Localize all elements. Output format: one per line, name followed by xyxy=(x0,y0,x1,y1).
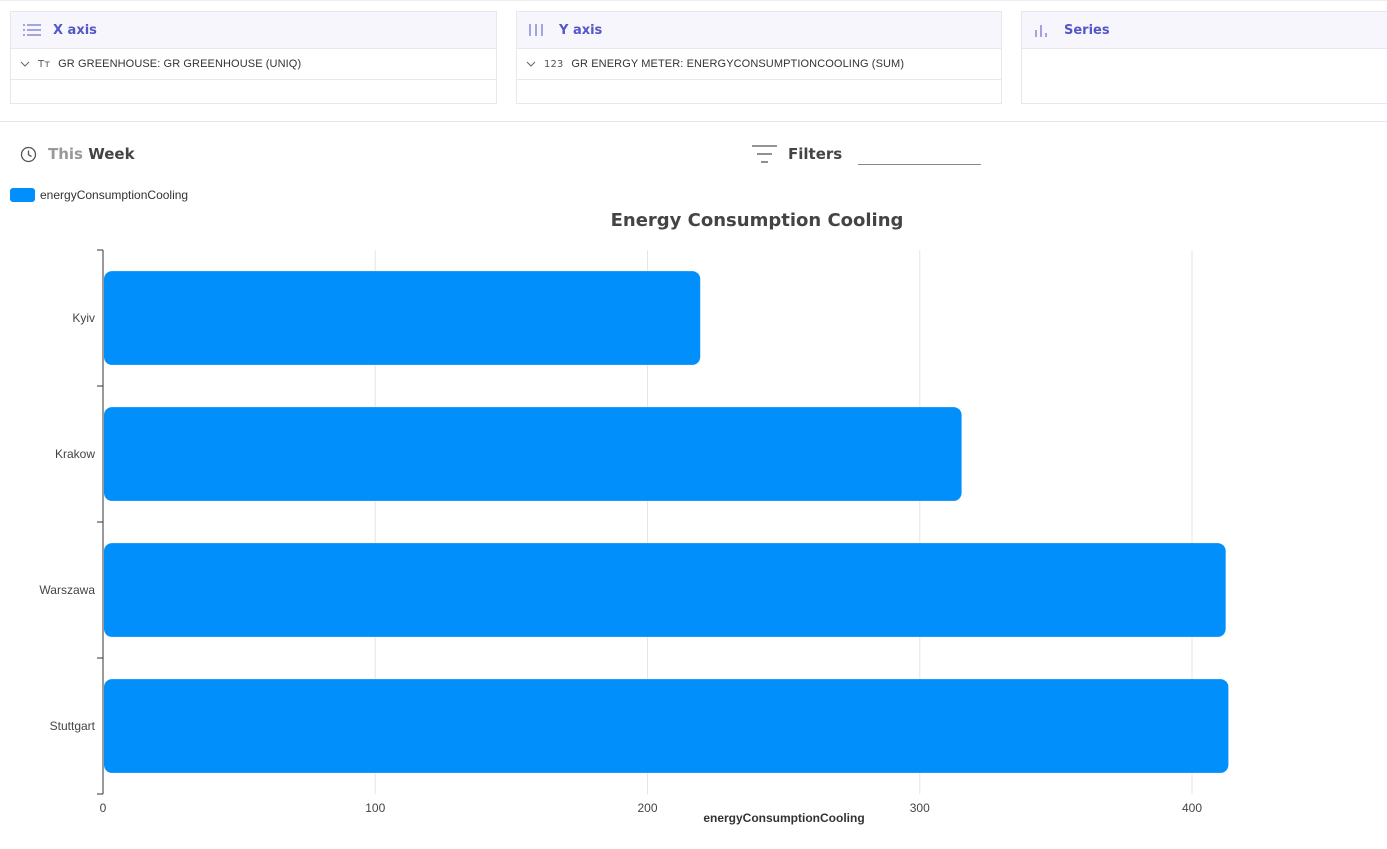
chevron-down-icon[interactable] xyxy=(19,58,31,70)
series-panel-header: Series xyxy=(1022,12,1387,49)
bar-stuttgart[interactable] xyxy=(104,679,1229,773)
period-value: Week xyxy=(88,145,135,163)
y-axis-field-label: GR ENERGY METER: ENERGYCONSUMPTIONCOOLIN… xyxy=(571,58,905,70)
x-tick-label: 300 xyxy=(910,801,930,815)
section-divider xyxy=(0,121,1387,122)
period-selector[interactable]: This Week xyxy=(20,145,135,163)
bar-chart-icon xyxy=(1035,25,1047,37)
chart-title: Energy Consumption Cooling xyxy=(611,210,904,231)
y-tick-label: Kyiv xyxy=(72,311,95,325)
top-border xyxy=(0,0,1387,3)
series-title: Series xyxy=(1064,22,1110,38)
series-panel: Series xyxy=(1021,11,1387,104)
bar-kyiv[interactable] xyxy=(104,271,701,365)
filters-label: Filters xyxy=(788,145,843,163)
number-type-icon: 123 xyxy=(544,58,564,70)
filters: Filters xyxy=(752,143,982,165)
x-tick-label: 100 xyxy=(365,801,385,815)
columns-icon xyxy=(529,24,543,36)
x-tick-label: 400 xyxy=(1182,801,1202,815)
y-axis-title: Y axis xyxy=(559,22,603,38)
chart-bars xyxy=(104,271,1229,773)
y-tick-label: Krakow xyxy=(55,447,95,461)
filter-icon[interactable] xyxy=(752,143,777,165)
period-prefix: This xyxy=(48,145,83,163)
y-axis-panel-header: Y axis xyxy=(517,12,1001,49)
text-type-icon: Tт xyxy=(38,58,51,70)
bar-krakow[interactable] xyxy=(104,407,962,501)
clock-icon xyxy=(20,146,37,162)
bar-chart: Energy Consumption Cooling 0 100 200 300 400… xyxy=(39,210,1229,825)
x-axis-label: energyConsumptionCooling xyxy=(703,811,864,825)
x-axis-field[interactable]: Tт GR GREENHOUSE: GR GREENHOUSE (UNIQ) xyxy=(11,49,496,80)
list-icon xyxy=(23,24,41,36)
y-tick-label: Warszawa xyxy=(39,583,95,597)
y-axis-field[interactable]: 123 GR ENERGY METER: ENERGYCONSUMPTIONCO… xyxy=(517,49,1001,80)
filters-input[interactable] xyxy=(858,143,982,165)
x-axis-title: X axis xyxy=(53,22,97,38)
y-axis-panel: Y axis 123 GR ENERGY METER: ENERGYCONSUM… xyxy=(516,11,1002,104)
x-axis-field-label: GR GREENHOUSE: GR GREENHOUSE (UNIQ) xyxy=(58,58,302,70)
x-tick-label: 200 xyxy=(637,801,657,815)
period-label: This Week xyxy=(48,145,135,163)
x-axis-panel: X axis Tт GR GREENHOUSE: GR GREENHOUSE (… xyxy=(10,11,497,104)
bar-warszawa[interactable] xyxy=(104,543,1226,637)
chevron-down-icon[interactable] xyxy=(525,58,537,70)
x-axis-panel-header: X axis xyxy=(11,12,496,49)
y-tick-label: Stuttgart xyxy=(50,719,96,733)
x-tick-label: 0 xyxy=(100,801,107,815)
